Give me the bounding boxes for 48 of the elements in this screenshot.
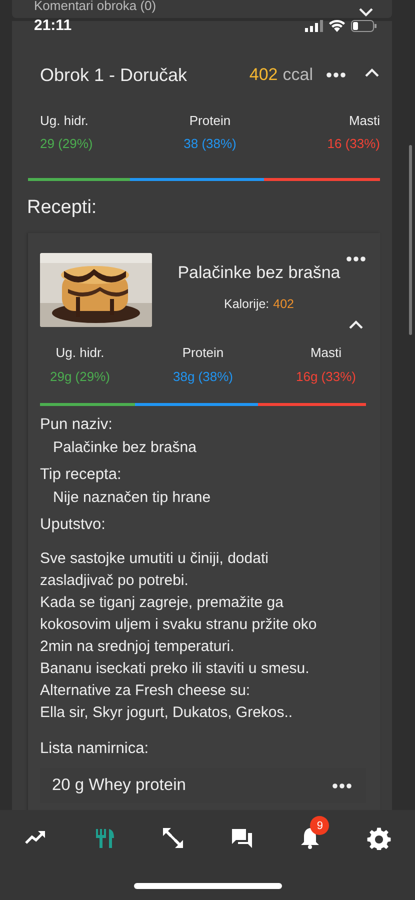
battery-icon [351,20,377,32]
field-label: Lista namirnica: [40,740,150,758]
field-label: Tip recepta: [40,466,122,484]
chevron-up-icon[interactable] [348,319,364,331]
wifi-icon [329,20,345,32]
calorie-unit: ccal [282,65,313,85]
diagonal-arrows-icon[interactable] [161,826,186,850]
macro-label: Ug. hidr. [54,345,106,360]
calorie-label: Kalorije: [224,297,270,311]
signal-icon [305,20,323,32]
more-icon[interactable] [346,256,366,262]
calorie-value: 402 [249,65,278,85]
macro-value: 38g (38%) [173,369,233,384]
meal-title: Obrok 1 - Doručak [40,64,188,86]
chat-icon[interactable] [230,826,254,850]
instruction-text: Bananu iseckati preko ili staviti u smesu. [40,659,310,679]
settings-icon[interactable] [366,826,391,850]
field-label: Pun naziv: [40,416,114,434]
calorie-value: 402 [273,297,294,311]
macro-label: Masti [309,345,343,360]
recipe-title: Palačinke bez brašna [178,263,340,283]
section-heading: Recepti: [27,197,98,219]
chevron-up-icon[interactable] [364,66,380,78]
macro-value: 16 (33%) [327,136,380,151]
macro-label: Masti [348,113,380,128]
macro-value: 38 (38%) [184,136,236,151]
instruction-text: Kada se tiganj zagreje, premažite ga kokosovim uljem i svaku stranu pržite oko 2min na srednjoj temperaturi. [40,593,318,657]
more-icon[interactable] [332,782,352,788]
macro-value: 29g (29%) [50,369,110,384]
instruction-text: Ella sir, Skyr jogurt, Dukatos, Grekos.. [40,703,294,723]
notification-badge: 9 [310,816,330,835]
ingredient-name: 20 g Whey protein [52,776,186,795]
chevron-down-icon[interactable] [358,6,374,18]
macro-label: Ug. hidr. [40,113,90,128]
scrollbar[interactable] [409,145,412,335]
status-time: 21:11 [34,17,72,34]
macro-value: 16g (33%) [296,369,356,384]
macro-label: Protein [181,345,225,360]
instruction-text: Alternative za Fresh cheese su: [40,681,252,701]
macro-value: 29 (29%) [40,136,93,151]
instruction-text: Sve sastojke umutiti u činiji, dodati zasladjivač po potrebi. [40,549,270,591]
field-value: Palačinke bez brašna [53,439,198,456]
card-title: Komentari obroka (0) [34,0,156,13]
comments-card[interactable]: Komentari obroka (0) [12,0,392,18]
field-value: Nije naznačen tip hrane [53,489,212,506]
field-label: Uputstvo: [40,516,106,534]
macro-label: Protein [188,113,232,128]
more-icon[interactable] [326,72,346,78]
